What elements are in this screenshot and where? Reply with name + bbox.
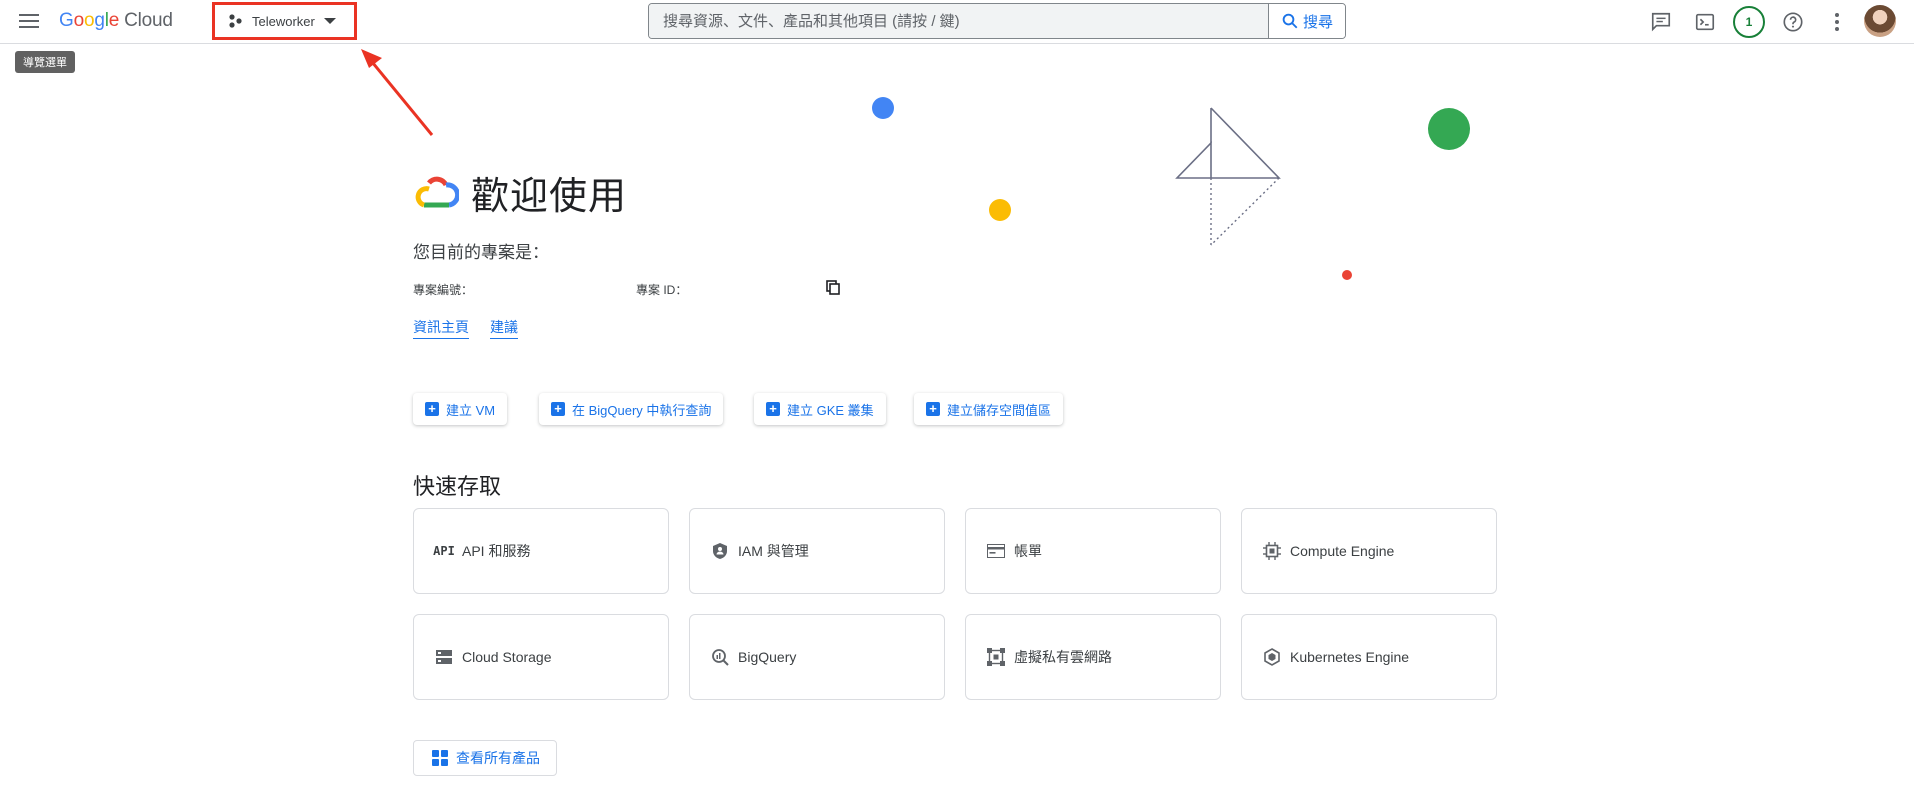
- card-label: BigQuery: [738, 649, 797, 665]
- avatar[interactable]: [1864, 5, 1896, 37]
- create-bucket-button[interactable]: + 建立儲存空間值區: [914, 393, 1064, 425]
- card-label: Kubernetes Engine: [1290, 649, 1410, 665]
- tab-dashboard[interactable]: 資訊主頁: [413, 317, 469, 339]
- top-bar: GoogleCloud Teleworker 搜尋 1: [0, 0, 1914, 44]
- search-input[interactable]: [649, 4, 1268, 38]
- google-cloud-logo[interactable]: Google Cloud: [59, 10, 173, 32]
- annotation-arrow: [366, 56, 434, 136]
- card-billing[interactable]: 帳單: [965, 508, 1221, 594]
- project-icon: [229, 14, 242, 28]
- more-options-icon[interactable]: [1824, 9, 1850, 35]
- help-icon[interactable]: [1780, 9, 1806, 35]
- kubernetes-icon: [1262, 647, 1282, 667]
- card-bigquery[interactable]: BigQuery: [689, 614, 945, 700]
- search-button-label: 搜尋: [1302, 13, 1333, 31]
- run-bigquery-label: 在 BigQuery 中執行查詢: [572, 402, 712, 418]
- nav-menu-tooltip: 導覽選單: [15, 51, 75, 73]
- storage-icon: [434, 647, 454, 667]
- blue-blob: [872, 97, 894, 119]
- card-label: 帳單: [1014, 543, 1042, 559]
- dropdown-caret-icon: [323, 18, 336, 24]
- paper-plane: [1175, 107, 1281, 179]
- copy-icon[interactable]: [825, 280, 841, 296]
- card-label: IAM 與管理: [738, 543, 809, 559]
- green-blob: [1428, 108, 1470, 150]
- feedback-icon[interactable]: [1648, 9, 1674, 35]
- project-picker[interactable]: Teleworker: [212, 2, 357, 40]
- chip-icon: [1262, 541, 1282, 561]
- annotation-arrow-head: [361, 49, 382, 68]
- card-iam-admin[interactable]: IAM 與管理: [689, 508, 945, 594]
- search-button[interactable]: 搜尋: [1268, 4, 1345, 38]
- card-apis-services[interactable]: API API 和服務: [413, 508, 669, 594]
- card-cloud-storage[interactable]: Cloud Storage: [413, 614, 669, 700]
- current-project-label: 您目前的專案是：: [413, 243, 549, 262]
- project-number-label: 專案編號：: [413, 283, 474, 297]
- red-dot: [1342, 270, 1352, 280]
- shield-icon: [710, 541, 730, 561]
- card-label: API 和服務: [462, 543, 531, 559]
- cloud-shell-icon[interactable]: [1692, 9, 1718, 35]
- card-compute-engine[interactable]: Compute Engine: [1241, 508, 1497, 594]
- bigquery-icon: [710, 647, 730, 667]
- card-label: Cloud Storage: [462, 649, 552, 665]
- plus-icon: +: [926, 402, 940, 416]
- logo-google: Google: [59, 10, 120, 31]
- logo-cloud: Cloud: [124, 10, 173, 31]
- view-all-products-label: 查看所有產品: [456, 750, 540, 766]
- search-bar: 搜尋: [648, 3, 1346, 39]
- main-menu-icon[interactable]: [17, 10, 41, 34]
- create-gke-label: 建立 GKE 叢集: [787, 402, 874, 418]
- quick-access-title: 快速存取: [413, 475, 502, 500]
- create-bucket-label: 建立儲存空間值區: [947, 402, 1052, 418]
- api-icon: API: [433, 544, 455, 558]
- run-bigquery-button[interactable]: + 在 BigQuery 中執行查詢: [539, 393, 724, 425]
- view-all-products-button[interactable]: 查看所有產品: [413, 740, 557, 776]
- plus-icon: +: [766, 402, 780, 416]
- billing-icon: [986, 541, 1006, 561]
- welcome-header: 歡迎使用: [413, 165, 627, 220]
- page-title: 歡迎使用: [471, 174, 628, 218]
- create-gke-button[interactable]: + 建立 GKE 叢集: [754, 393, 886, 425]
- card-label: 虛擬私有雲網路: [1014, 649, 1112, 665]
- network-icon: [986, 647, 1006, 667]
- search-icon: [1282, 13, 1298, 29]
- yellow-blob: [989, 199, 1011, 221]
- card-label: Compute Engine: [1290, 543, 1395, 559]
- plus-icon: +: [425, 402, 439, 416]
- tab-recommendations[interactable]: 建議: [490, 317, 518, 339]
- create-vm-label: 建立 VM: [446, 402, 496, 418]
- project-name: Teleworker: [252, 13, 315, 29]
- google-cloud-icon: [415, 176, 459, 207]
- plus-icon: +: [551, 402, 565, 416]
- create-vm-button[interactable]: + 建立 VM: [413, 393, 508, 425]
- grid-icon: [432, 750, 448, 766]
- project-id-label: 專案 ID：: [636, 283, 688, 297]
- card-vpc-network[interactable]: 虛擬私有雲網路: [965, 614, 1221, 700]
- notifications-badge[interactable]: 1: [1733, 6, 1765, 38]
- card-kubernetes-engine[interactable]: Kubernetes Engine: [1241, 614, 1497, 700]
